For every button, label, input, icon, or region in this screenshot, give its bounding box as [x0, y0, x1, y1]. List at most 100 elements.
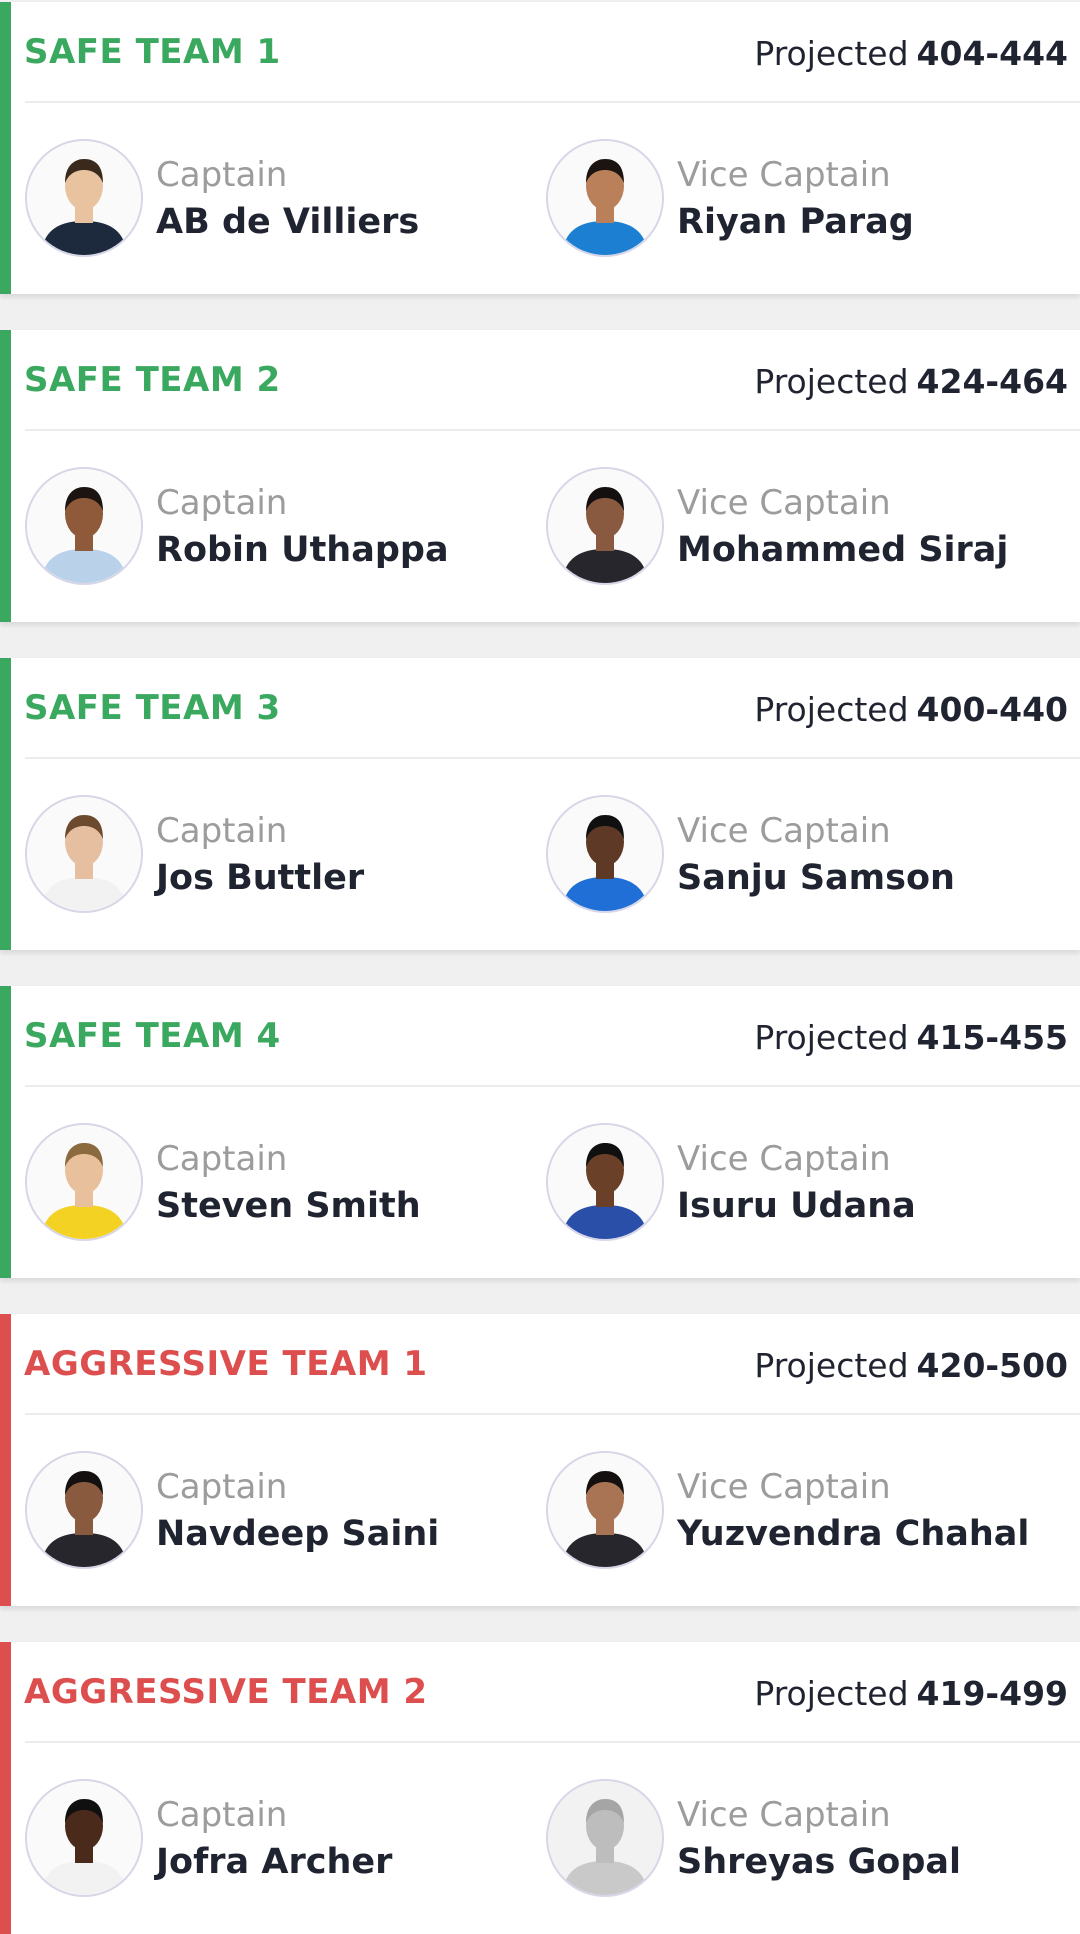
vice-captain-slot[interactable]: Vice Captain Yuzvendra Chahal	[546, 1451, 1046, 1571]
team-name: SAFE TEAM 2	[24, 360, 281, 400]
captain-avatar	[25, 1123, 143, 1241]
projected-label: Projected	[754, 34, 909, 73]
vice-captain-role-label: Vice Captain	[677, 811, 891, 851]
vice-captain-slot[interactable]: Vice Captain Shreyas Gopal	[546, 1779, 1046, 1899]
header-divider	[25, 757, 1080, 759]
vice-captain-avatar	[546, 1451, 664, 1569]
captain-role-label: Captain	[156, 483, 288, 523]
header-divider	[25, 1413, 1080, 1415]
player-photo-icon	[548, 469, 662, 583]
captain-avatar	[25, 1779, 143, 1897]
team-card[interactable]: AGGRESSIVE TEAM 2 Projected 419-499 Capta…	[0, 1642, 1080, 1934]
captain-avatar	[25, 139, 143, 257]
vice-captain-name: Isuru Udana	[677, 1186, 916, 1226]
vice-captain-name: Mohammed Siraj	[677, 530, 1009, 570]
captain-slot[interactable]: Captain Steven Smith	[25, 1123, 525, 1243]
player-placeholder-icon	[548, 1781, 662, 1895]
header-divider	[25, 1085, 1080, 1087]
team-card-header: SAFE TEAM 2 Projected 424-464	[11, 330, 1080, 430]
projected-score: Projected 424-464	[754, 362, 1068, 401]
team-card[interactable]: SAFE TEAM 1 Projected 404-444 Captain AB …	[0, 2, 1080, 294]
vice-captain-role-label: Vice Captain	[677, 483, 891, 523]
captain-name: Robin Uthappa	[156, 530, 449, 570]
team-list: SAFE TEAM 1 Projected 404-444 Captain AB …	[0, 0, 1080, 1934]
player-photo-icon	[27, 1781, 141, 1895]
player-photo-icon	[27, 141, 141, 255]
team-type-stripe	[0, 330, 11, 622]
team-card[interactable]: SAFE TEAM 3 Projected 400-440 Captain Jos…	[0, 658, 1080, 950]
captain-slot[interactable]: Captain AB de Villiers	[25, 139, 525, 259]
player-photo-icon	[27, 797, 141, 911]
vice-captain-slot[interactable]: Vice Captain Sanju Samson	[546, 795, 1046, 915]
captain-avatar	[25, 467, 143, 585]
captain-role-label: Captain	[156, 811, 288, 851]
team-card-header: AGGRESSIVE TEAM 1 Projected 420-500	[11, 1314, 1080, 1414]
projected-range: 404-444	[916, 34, 1068, 73]
captain-slot[interactable]: Captain Jos Buttler	[25, 795, 525, 915]
projected-range: 400-440	[916, 690, 1068, 729]
vice-captain-slot[interactable]: Vice Captain Isuru Udana	[546, 1123, 1046, 1243]
vice-captain-avatar	[546, 795, 664, 913]
vice-captain-slot[interactable]: Vice Captain Mohammed Siraj	[546, 467, 1046, 587]
projected-score: Projected 404-444	[754, 34, 1068, 73]
vice-captain-avatar	[546, 139, 664, 257]
team-card-header: AGGRESSIVE TEAM 2 Projected 419-499	[11, 1642, 1080, 1742]
captain-name: Navdeep Saini	[156, 1514, 440, 1554]
player-photo-icon	[548, 1125, 662, 1239]
team-name: SAFE TEAM 1	[24, 32, 281, 72]
team-card[interactable]: SAFE TEAM 4 Projected 415-455 Captain Ste…	[0, 986, 1080, 1278]
captain-name: Jos Buttler	[156, 858, 365, 898]
vice-captain-role-label: Vice Captain	[677, 1467, 891, 1507]
vice-captain-slot[interactable]: Vice Captain Riyan Parag	[546, 139, 1046, 259]
vice-captain-avatar	[546, 1123, 664, 1241]
team-card[interactable]: SAFE TEAM 2 Projected 424-464 Captain Rob…	[0, 330, 1080, 622]
captain-avatar	[25, 1451, 143, 1569]
team-card-header: SAFE TEAM 4 Projected 415-455	[11, 986, 1080, 1086]
captain-avatar	[25, 795, 143, 913]
captain-name: Steven Smith	[156, 1186, 421, 1226]
team-type-stripe	[0, 986, 11, 1278]
player-photo-icon	[27, 1453, 141, 1567]
player-photo-icon	[548, 1453, 662, 1567]
vice-captain-name: Riyan Parag	[677, 202, 914, 242]
team-card[interactable]: AGGRESSIVE TEAM 1 Projected 420-500 Capta…	[0, 1314, 1080, 1606]
header-divider	[25, 101, 1080, 103]
team-type-stripe	[0, 658, 11, 950]
vice-captain-role-label: Vice Captain	[677, 155, 891, 195]
projected-label: Projected	[754, 690, 909, 729]
team-name: AGGRESSIVE TEAM 2	[24, 1672, 428, 1712]
captain-slot[interactable]: Captain Jofra Archer	[25, 1779, 525, 1899]
projected-label: Projected	[754, 1674, 909, 1713]
player-photo-icon	[548, 797, 662, 911]
projected-score: Projected 400-440	[754, 690, 1068, 729]
captain-role-label: Captain	[156, 155, 288, 195]
projected-range: 415-455	[916, 1018, 1068, 1057]
captain-slot[interactable]: Captain Robin Uthappa	[25, 467, 525, 587]
vice-captain-avatar	[546, 1779, 664, 1897]
captain-name: Jofra Archer	[156, 1842, 393, 1882]
projected-label: Projected	[754, 1346, 909, 1385]
team-name: AGGRESSIVE TEAM 1	[24, 1344, 428, 1384]
vice-captain-role-label: Vice Captain	[677, 1139, 891, 1179]
projected-range: 419-499	[916, 1674, 1068, 1713]
projected-score: Projected 419-499	[754, 1674, 1068, 1713]
player-photo-icon	[548, 141, 662, 255]
captain-slot[interactable]: Captain Navdeep Saini	[25, 1451, 525, 1571]
team-card-header: SAFE TEAM 1 Projected 404-444	[11, 2, 1080, 102]
projected-score: Projected 420-500	[754, 1346, 1068, 1385]
player-photo-icon	[27, 469, 141, 583]
team-name: SAFE TEAM 4	[24, 1016, 281, 1056]
header-divider	[25, 429, 1080, 431]
vice-captain-name: Yuzvendra Chahal	[677, 1514, 1030, 1554]
projected-score: Projected 415-455	[754, 1018, 1068, 1057]
projected-label: Projected	[754, 362, 909, 401]
team-type-stripe	[0, 1314, 11, 1606]
team-type-stripe	[0, 1642, 11, 1934]
header-divider	[25, 1741, 1080, 1743]
player-photo-icon	[27, 1125, 141, 1239]
vice-captain-name: Sanju Samson	[677, 858, 955, 898]
captain-role-label: Captain	[156, 1467, 288, 1507]
team-card-header: SAFE TEAM 3 Projected 400-440	[11, 658, 1080, 758]
projected-range: 424-464	[916, 362, 1068, 401]
vice-captain-name: Shreyas Gopal	[677, 1842, 962, 1882]
